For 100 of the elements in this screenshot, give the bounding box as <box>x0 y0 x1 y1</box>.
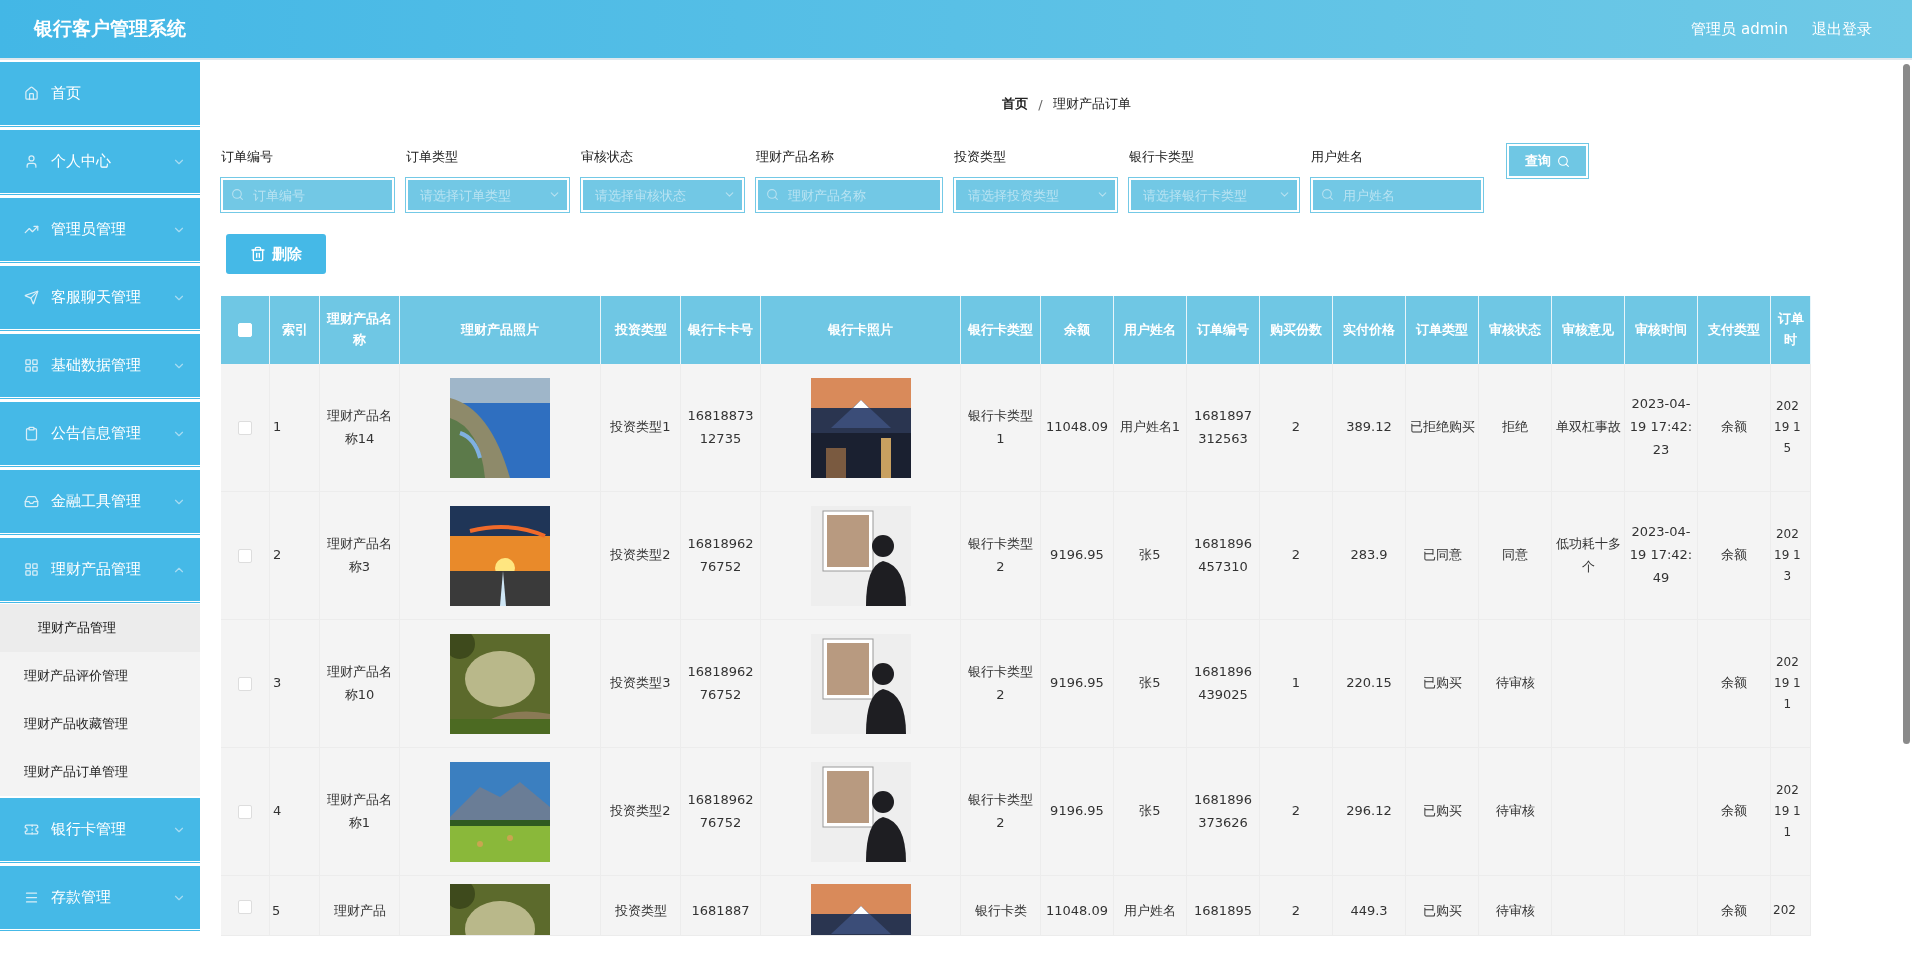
table-cell: 202 <box>1771 876 1811 936</box>
app-title: 银行客户管理系统 <box>34 16 186 41</box>
menu-icon <box>24 822 39 837</box>
table-cell: 2023-04-19 17:42:23 <box>1625 364 1698 492</box>
table-cell: 银行卡类型1 <box>961 364 1041 492</box>
sidebar-item[interactable]: 理财产品管理 <box>0 536 200 604</box>
menu-icon <box>24 890 39 905</box>
checkbox[interactable] <box>238 900 252 914</box>
table-cell: 待审核 <box>1479 876 1552 936</box>
trash-icon <box>250 246 266 262</box>
table-cell: 1681895 <box>1187 876 1260 936</box>
table-cell: 用户姓名1 <box>1114 364 1187 492</box>
menu-icon <box>24 86 39 101</box>
table-cell: 理财产品 <box>320 876 400 936</box>
table-cell: 投资类型1 <box>601 364 681 492</box>
table-cell: 1681896276752 <box>681 492 761 620</box>
sidebar-item[interactable]: 个人中心 <box>0 128 200 196</box>
table-cell: 待审核 <box>1479 620 1552 748</box>
table-cell: 投资类型3 <box>601 620 681 748</box>
menu-icon <box>24 494 39 509</box>
column-header: 投资类型 <box>601 296 681 364</box>
table-cell: 投资类型2 <box>601 492 681 620</box>
scrollbar[interactable] <box>1903 64 1910 744</box>
table-cell: 余额 <box>1698 748 1771 876</box>
filter-label: 审核状态 <box>581 148 634 166</box>
menu-icon <box>24 358 39 373</box>
column-header: 索引 <box>270 296 320 364</box>
table-cell: 296.12 <box>1333 748 1406 876</box>
sidebar-item[interactable]: 首页 <box>0 60 200 128</box>
column-header: 订单类型 <box>1406 296 1479 364</box>
table-cell: 1681896276752 <box>681 748 761 876</box>
sidebar-item[interactable]: 客服聊天管理 <box>0 264 200 332</box>
table-cell: 已购买 <box>1406 748 1479 876</box>
table-cell: 待审核 <box>1479 748 1552 876</box>
submenu-item[interactable]: 理财产品管理 <box>0 604 200 652</box>
sidebar-item[interactable]: 金融工具管理 <box>0 468 200 536</box>
column-header: 审核状态 <box>1479 296 1552 364</box>
search-button[interactable]: 查询 <box>1507 144 1588 178</box>
checkbox[interactable] <box>238 548 252 563</box>
table-cell: 余额 <box>1698 492 1771 620</box>
table-cell: 理财产品名称14 <box>320 364 400 492</box>
search-icon <box>231 188 244 201</box>
logout-link[interactable]: 退出登录 <box>1812 19 1872 39</box>
input-field[interactable]: 订单编号 <box>221 178 394 212</box>
table-cell: 1 <box>1260 620 1333 748</box>
delete-button[interactable]: 删除 <box>226 234 326 274</box>
select-field[interactable]: 请选择审核状态 <box>581 178 744 212</box>
table-cell: 余额 <box>1698 620 1771 748</box>
table-cell: 银行卡类型2 <box>961 748 1041 876</box>
input-field[interactable]: 理财产品名称 <box>756 178 942 212</box>
column-header: 用户姓名 <box>1114 296 1187 364</box>
table-cell: 3 <box>270 620 320 748</box>
input-field[interactable]: 用户姓名 <box>1311 178 1483 212</box>
table-cell: 389.12 <box>1333 364 1406 492</box>
column-header: 银行卡类型 <box>961 296 1041 364</box>
select-field[interactable]: 请选择投资类型 <box>954 178 1117 212</box>
sidebar-item[interactable]: 公告信息管理 <box>0 400 200 468</box>
table-cell: 银行卡类型2 <box>961 492 1041 620</box>
user-label: 管理员 admin <box>1691 19 1788 39</box>
table-cell: 拒绝 <box>1479 364 1552 492</box>
sidebar-item[interactable]: 管理员管理 <box>0 196 200 264</box>
select-field[interactable]: 请选择订单类型 <box>406 178 569 212</box>
column-header: 余额 <box>1041 296 1114 364</box>
sidebar-item[interactable]: 银行卡管理 <box>0 796 200 864</box>
table-cell: 2 <box>270 492 320 620</box>
sidebar-item[interactable]: 基础数据管理 <box>0 332 200 400</box>
checkbox[interactable] <box>238 420 252 435</box>
table-cell: 1681896373626 <box>1187 748 1260 876</box>
column-header: 银行卡卡号 <box>681 296 761 364</box>
table-cell: 202 19 1 3 <box>1771 492 1811 620</box>
table-cell: 投资类型2 <box>601 748 681 876</box>
table-cell: 同意 <box>1479 492 1552 620</box>
table-cell: 投资类型 <box>601 876 681 936</box>
table-cell: 202 19 1 1 <box>1771 748 1811 876</box>
checkbox[interactable] <box>238 804 252 819</box>
table-cell: 220.15 <box>1333 620 1406 748</box>
filter-label: 用户姓名 <box>1311 148 1364 166</box>
column-header: 支付类型 <box>1698 296 1771 364</box>
table-cell: 余额 <box>1698 876 1771 936</box>
search-icon <box>1321 188 1334 201</box>
breadcrumb-item[interactable]: 首页 <box>1002 95 1029 113</box>
table-cell: 9196.95 <box>1041 620 1114 748</box>
table-cell: 理财产品名称3 <box>320 492 400 620</box>
search-icon <box>1557 154 1570 168</box>
table-cell: 1681896439025 <box>1187 620 1260 748</box>
column-header: 审核时间 <box>1625 296 1698 364</box>
table-cell: 1 <box>270 364 320 492</box>
table-cell: 张5 <box>1114 620 1187 748</box>
column-header: 审核意见 <box>1552 296 1625 364</box>
menu-icon <box>24 562 39 577</box>
select-field[interactable]: 请选择银行卡类型 <box>1129 178 1299 212</box>
table-cell: 单双杠事故 <box>1552 364 1625 492</box>
sidebar-item[interactable]: 存款管理 <box>0 864 200 932</box>
table-cell: 用户姓名 <box>1114 876 1187 936</box>
table-cell: 4 <box>270 748 320 876</box>
column-header: 理财产品名称 <box>320 296 400 364</box>
table-cell: 2 <box>1260 492 1333 620</box>
filter-label: 订单类型 <box>406 148 459 166</box>
checkbox[interactable] <box>238 676 252 691</box>
table-cell: 余额 <box>1698 364 1771 492</box>
